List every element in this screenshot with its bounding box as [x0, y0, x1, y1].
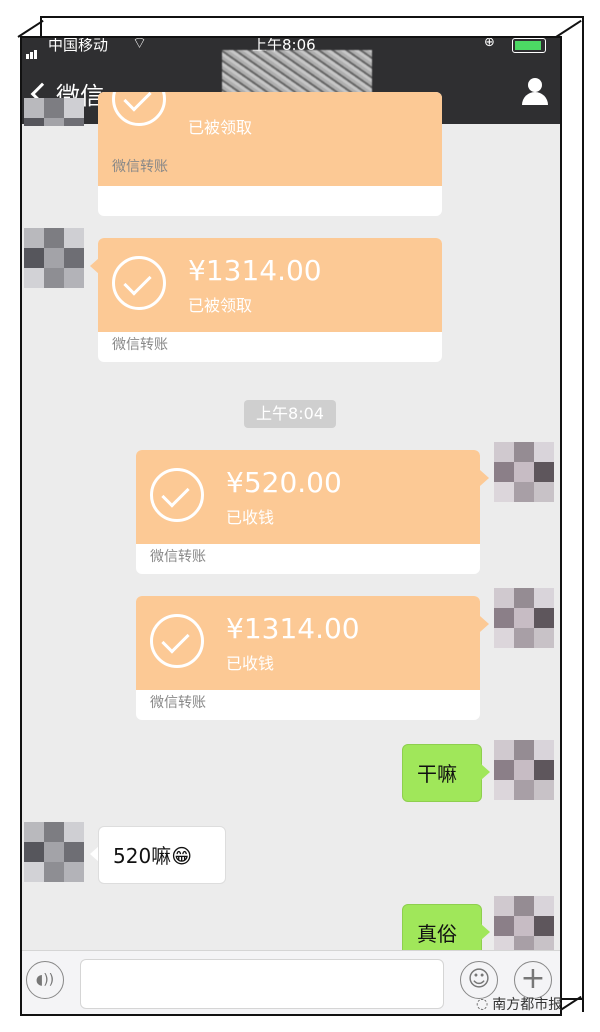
transfer-status: 已收钱 [226, 508, 275, 527]
message-text: 520嘛 [113, 844, 172, 868]
transfer-footer: 微信转账 [150, 549, 206, 565]
bubble-tail [480, 470, 489, 486]
carrier-label: 中国移动 [48, 36, 109, 54]
watermark: ◌ 南方都市报 [476, 994, 562, 1014]
contact-icon[interactable] [520, 78, 550, 106]
transfer-amount: ¥520.00 [226, 466, 342, 499]
wechat-logo-icon: ◌ [476, 996, 489, 1012]
transfer-card[interactable]: ¥1314.00 已收钱 微信转账 [136, 596, 480, 720]
transfer-footer: 微信转账 [112, 337, 168, 353]
transfer-footer: 微信转账 [150, 695, 206, 711]
check-circle-icon [150, 468, 204, 522]
bubble-tail [481, 764, 490, 780]
avatar[interactable] [24, 98, 84, 126]
watermark-text: 南方都市报 [492, 997, 563, 1013]
bubble-tail [481, 924, 490, 940]
frame-side [558, 18, 584, 1012]
transfer-footer: 微信转账 [112, 159, 168, 175]
avatar[interactable] [494, 442, 554, 502]
avatar[interactable] [494, 896, 554, 956]
wifi-icon: ⌔ [132, 36, 148, 52]
bubble-tail [480, 616, 489, 632]
message-bubble[interactable]: 干嘛 [402, 744, 482, 802]
transfer-amount: ¥1314.00 [188, 254, 322, 287]
transfer-card[interactable]: 已被领取 微信转账 [98, 92, 442, 216]
phone-screen: 中国移动 ⌔ 上午8:06 ⊕ 微信 已被领取 微信转账 ¥1314.00 已被… [20, 36, 562, 1016]
rotation-lock-icon: ⊕ [484, 36, 495, 50]
message-input[interactable] [80, 959, 444, 1009]
transfer-status: 已被领取 [188, 118, 253, 137]
avatar[interactable] [494, 740, 554, 800]
transfer-status: 已被领取 [188, 296, 253, 315]
transfer-card[interactable]: ¥520.00 已收钱 微信转账 [136, 450, 480, 574]
avatar[interactable] [24, 228, 84, 288]
battery-icon [512, 38, 546, 53]
avatar[interactable] [494, 588, 554, 648]
transfer-card[interactable]: ¥1314.00 已被领取 微信转账 [98, 238, 442, 362]
signal-icon [26, 41, 38, 59]
avatar[interactable] [24, 822, 84, 882]
grin-emoji: 😁 [171, 844, 193, 868]
check-circle-icon [112, 256, 166, 310]
check-circle-icon [150, 614, 204, 668]
message-timestamp: 上午8:04 [244, 400, 336, 428]
transfer-amount: ¥1314.00 [226, 612, 360, 645]
message-bubble[interactable]: 520嘛😁 [98, 826, 226, 884]
transfer-status: 已收钱 [226, 654, 275, 673]
voice-icon[interactable]: ◖)) [26, 961, 64, 999]
